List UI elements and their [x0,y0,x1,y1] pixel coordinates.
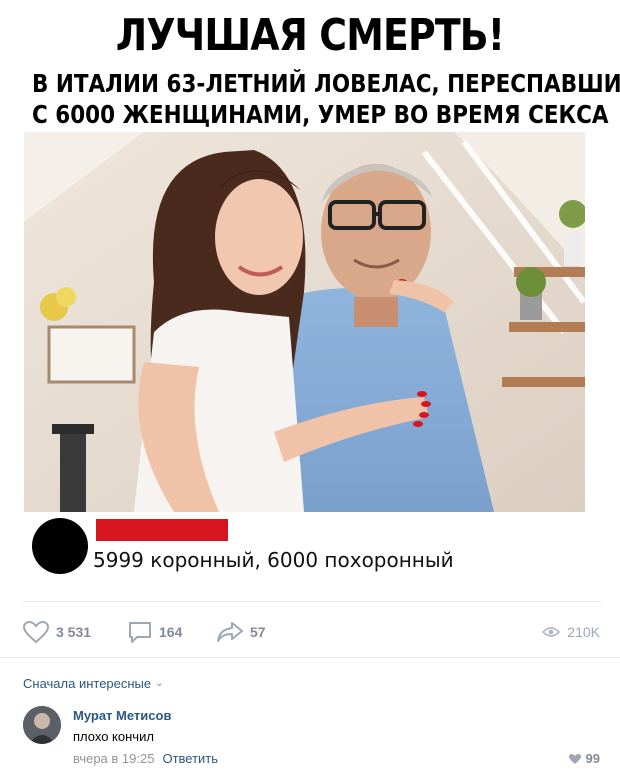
chevron-down-icon: ⌄ [155,678,164,689]
comment-button[interactable]: 164 [127,615,182,649]
heart-icon [568,753,581,764]
post-actions-bar: 3 531 164 57 210K [0,615,620,649]
comment-text: плохо кончил [73,729,154,744]
avatar[interactable] [23,706,61,744]
heart-icon [22,620,50,644]
meme-subtitle-line-2: С 6000 ЖЕНЩИНАМИ, УМЕР ВО ВРЕМЯ СЕКСА [32,100,609,129]
like-button[interactable]: 3 531 [22,615,91,649]
eye-icon [542,627,561,637]
sort-label: Сначала интересные [23,676,152,691]
comment-like-count: 99 [585,751,600,766]
couple-photo [24,132,585,512]
comments-sort-dropdown[interactable]: Сначала интересные ⌄ [23,676,164,691]
share-count: 57 [250,624,266,640]
meme-embedded-comment: 5999 коронный, 6000 похоронный [24,512,585,590]
comment-author-link[interactable]: Мурат Метисов [73,708,171,723]
share-button[interactable]: 57 [216,615,266,649]
post-divider [23,601,601,602]
meme-title: ЛУЧШАЯ СМЕРТЬ! [115,10,505,61]
comment-timestamp[interactable]: вчера в 19:25 [73,751,154,766]
censored-name-bar [96,519,228,541]
views-counter: 210K [542,615,600,649]
meme-comment-text: 5999 коронный, 6000 похоронный [93,548,454,572]
comments-separator [0,657,620,658]
censored-avatar [32,518,88,574]
meme-image[interactable]: ЛУЧШАЯ СМЕРТЬ! В ИТАЛИИ 63-ЛЕТНИЙ ЛОВЕЛА… [0,0,620,590]
reply-button[interactable]: Ответить [162,751,218,766]
like-count: 3 531 [56,624,92,640]
meme-subtitle-line-1: В ИТАЛИИ 63-ЛЕТНИЙ ЛОВЕЛАС, ПЕРЕСПАВШИЙ [32,69,620,98]
comment-count: 164 [159,624,183,640]
share-icon [217,622,243,642]
comment-meta: вчера в 19:25 Ответить [73,751,218,766]
comment-like-button[interactable]: 99 [568,751,600,766]
comment-icon [129,622,151,643]
meme-subtitle: В ИТАЛИИ 63-ЛЕТНИЙ ЛОВЕЛАС, ПЕРЕСПАВШИЙ … [32,68,620,130]
views-count: 210K [567,624,600,640]
